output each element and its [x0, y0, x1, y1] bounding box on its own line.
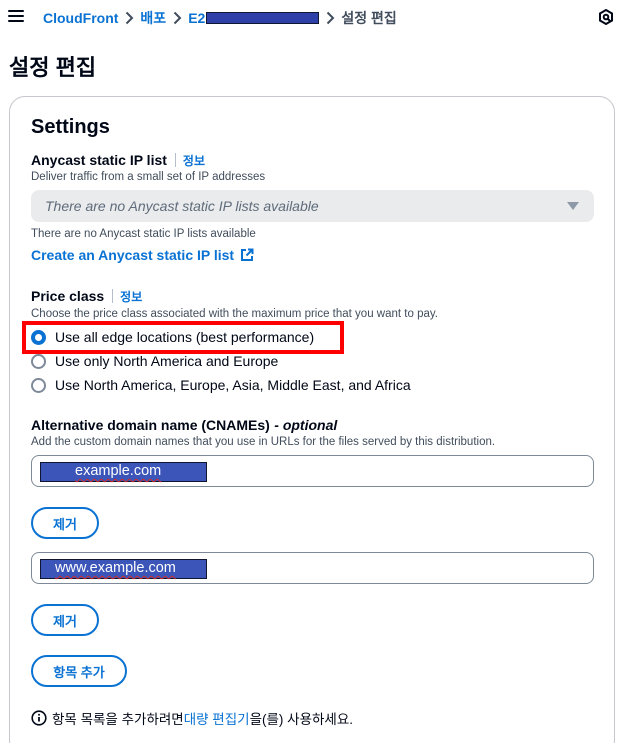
chevron-right-icon — [166, 10, 188, 26]
anycast-description: Deliver traffic from a small set of IP a… — [31, 171, 266, 183]
redacted-input-value: example.com — [40, 462, 207, 482]
page-title: 설정 편집 — [9, 55, 97, 80]
anycast-select-placeholder: There are no Anycast static IP lists ava… — [45, 198, 319, 214]
add-item-button[interactable]: 항목 추가 — [31, 655, 127, 687]
breadcrumb-distribution-id[interactable]: E2 — [188, 10, 320, 26]
cname-value-2: www.example.com — [55, 560, 176, 576]
external-link-icon — [241, 248, 254, 261]
settings-cog-icon[interactable] — [598, 8, 614, 26]
bulk-editor-link[interactable]: 대량 편집기 — [184, 708, 250, 728]
anycast-label-row: Anycast static IP list 정보 — [31, 152, 205, 170]
breadcrumb-distributions[interactable]: 배포 — [140, 8, 166, 28]
anycast-label: Anycast static IP list — [31, 152, 167, 168]
price-class-description: Choose the price class associated with t… — [31, 308, 438, 320]
divider — [112, 289, 114, 303]
hint-suffix: 을(를) 사용하세요. — [249, 712, 353, 727]
divider — [174, 153, 176, 167]
hint-prefix: 항목 목록을 추가하려면 — [52, 712, 184, 727]
radio-label: Use only North America and Europe — [55, 353, 279, 369]
anycast-info-link[interactable]: 정보 — [183, 154, 205, 168]
redacted-input-value: www.example.com — [40, 559, 207, 579]
hamburger-menu-icon[interactable] — [8, 10, 24, 24]
cname-value-1: example.com — [75, 463, 162, 479]
cname-label: Alternative domain name (CNAMEs) — [31, 417, 270, 433]
create-anycast-link-label[interactable]: Create an Anycast static IP list — [31, 247, 234, 263]
caret-down-icon — [567, 202, 579, 210]
cname-input-2[interactable]: www.example.com — [31, 552, 594, 584]
breadcrumb-distribution-id-label[interactable]: E2 — [188, 10, 205, 26]
cname-input-1[interactable]: example.com — [31, 455, 594, 487]
price-class-label: Price class — [31, 288, 105, 304]
breadcrumb-cloudfront[interactable]: CloudFront — [43, 10, 118, 26]
settings-heading: Settings — [31, 116, 110, 138]
breadcrumb-current: 설정 편집 — [341, 10, 397, 26]
create-anycast-link[interactable]: Create an Anycast static IP list — [31, 247, 254, 265]
chevron-right-icon — [319, 10, 341, 26]
info-icon — [31, 710, 47, 726]
price-class-option-na-eu-asia[interactable]: Use North America, Europe, Asia, Middle … — [31, 377, 411, 393]
redaction-block — [206, 12, 320, 24]
anycast-select[interactable]: There are no Anycast static IP lists ava… — [31, 190, 594, 222]
cname-label-row: Alternative domain name (CNAMEs) - optio… — [31, 417, 337, 435]
cname-optional: - optional — [274, 417, 338, 433]
bulk-edit-hint: 항목 목록을 추가하려면 대량 편집기 을(를) 사용하세요. — [31, 708, 353, 728]
radio-button[interactable] — [31, 377, 46, 393]
price-class-option-na-eu[interactable]: Use only North America and Europe — [31, 353, 278, 369]
remove-button-2[interactable]: 제거 — [31, 604, 99, 636]
highlight-annotation — [22, 321, 344, 354]
price-class-label-row: Price class 정보 — [31, 288, 142, 306]
cname-description: Add the custom domain names that you use… — [31, 436, 496, 448]
top-navigation-bar: CloudFront 배포 E2 설정 편집 — [0, 0, 620, 34]
chevron-right-icon — [118, 10, 140, 26]
price-class-info-link[interactable]: 정보 — [120, 290, 142, 304]
breadcrumb: CloudFront 배포 E2 설정 편집 — [43, 8, 397, 28]
settings-container: Settings Anycast static IP list 정보 Delive… — [9, 96, 615, 743]
radio-label: Use North America, Europe, Asia, Middle … — [55, 377, 411, 393]
anycast-note: There are no Anycast static IP lists ava… — [31, 228, 256, 240]
radio-button[interactable] — [31, 353, 46, 369]
remove-button-1[interactable]: 제거 — [31, 507, 99, 539]
